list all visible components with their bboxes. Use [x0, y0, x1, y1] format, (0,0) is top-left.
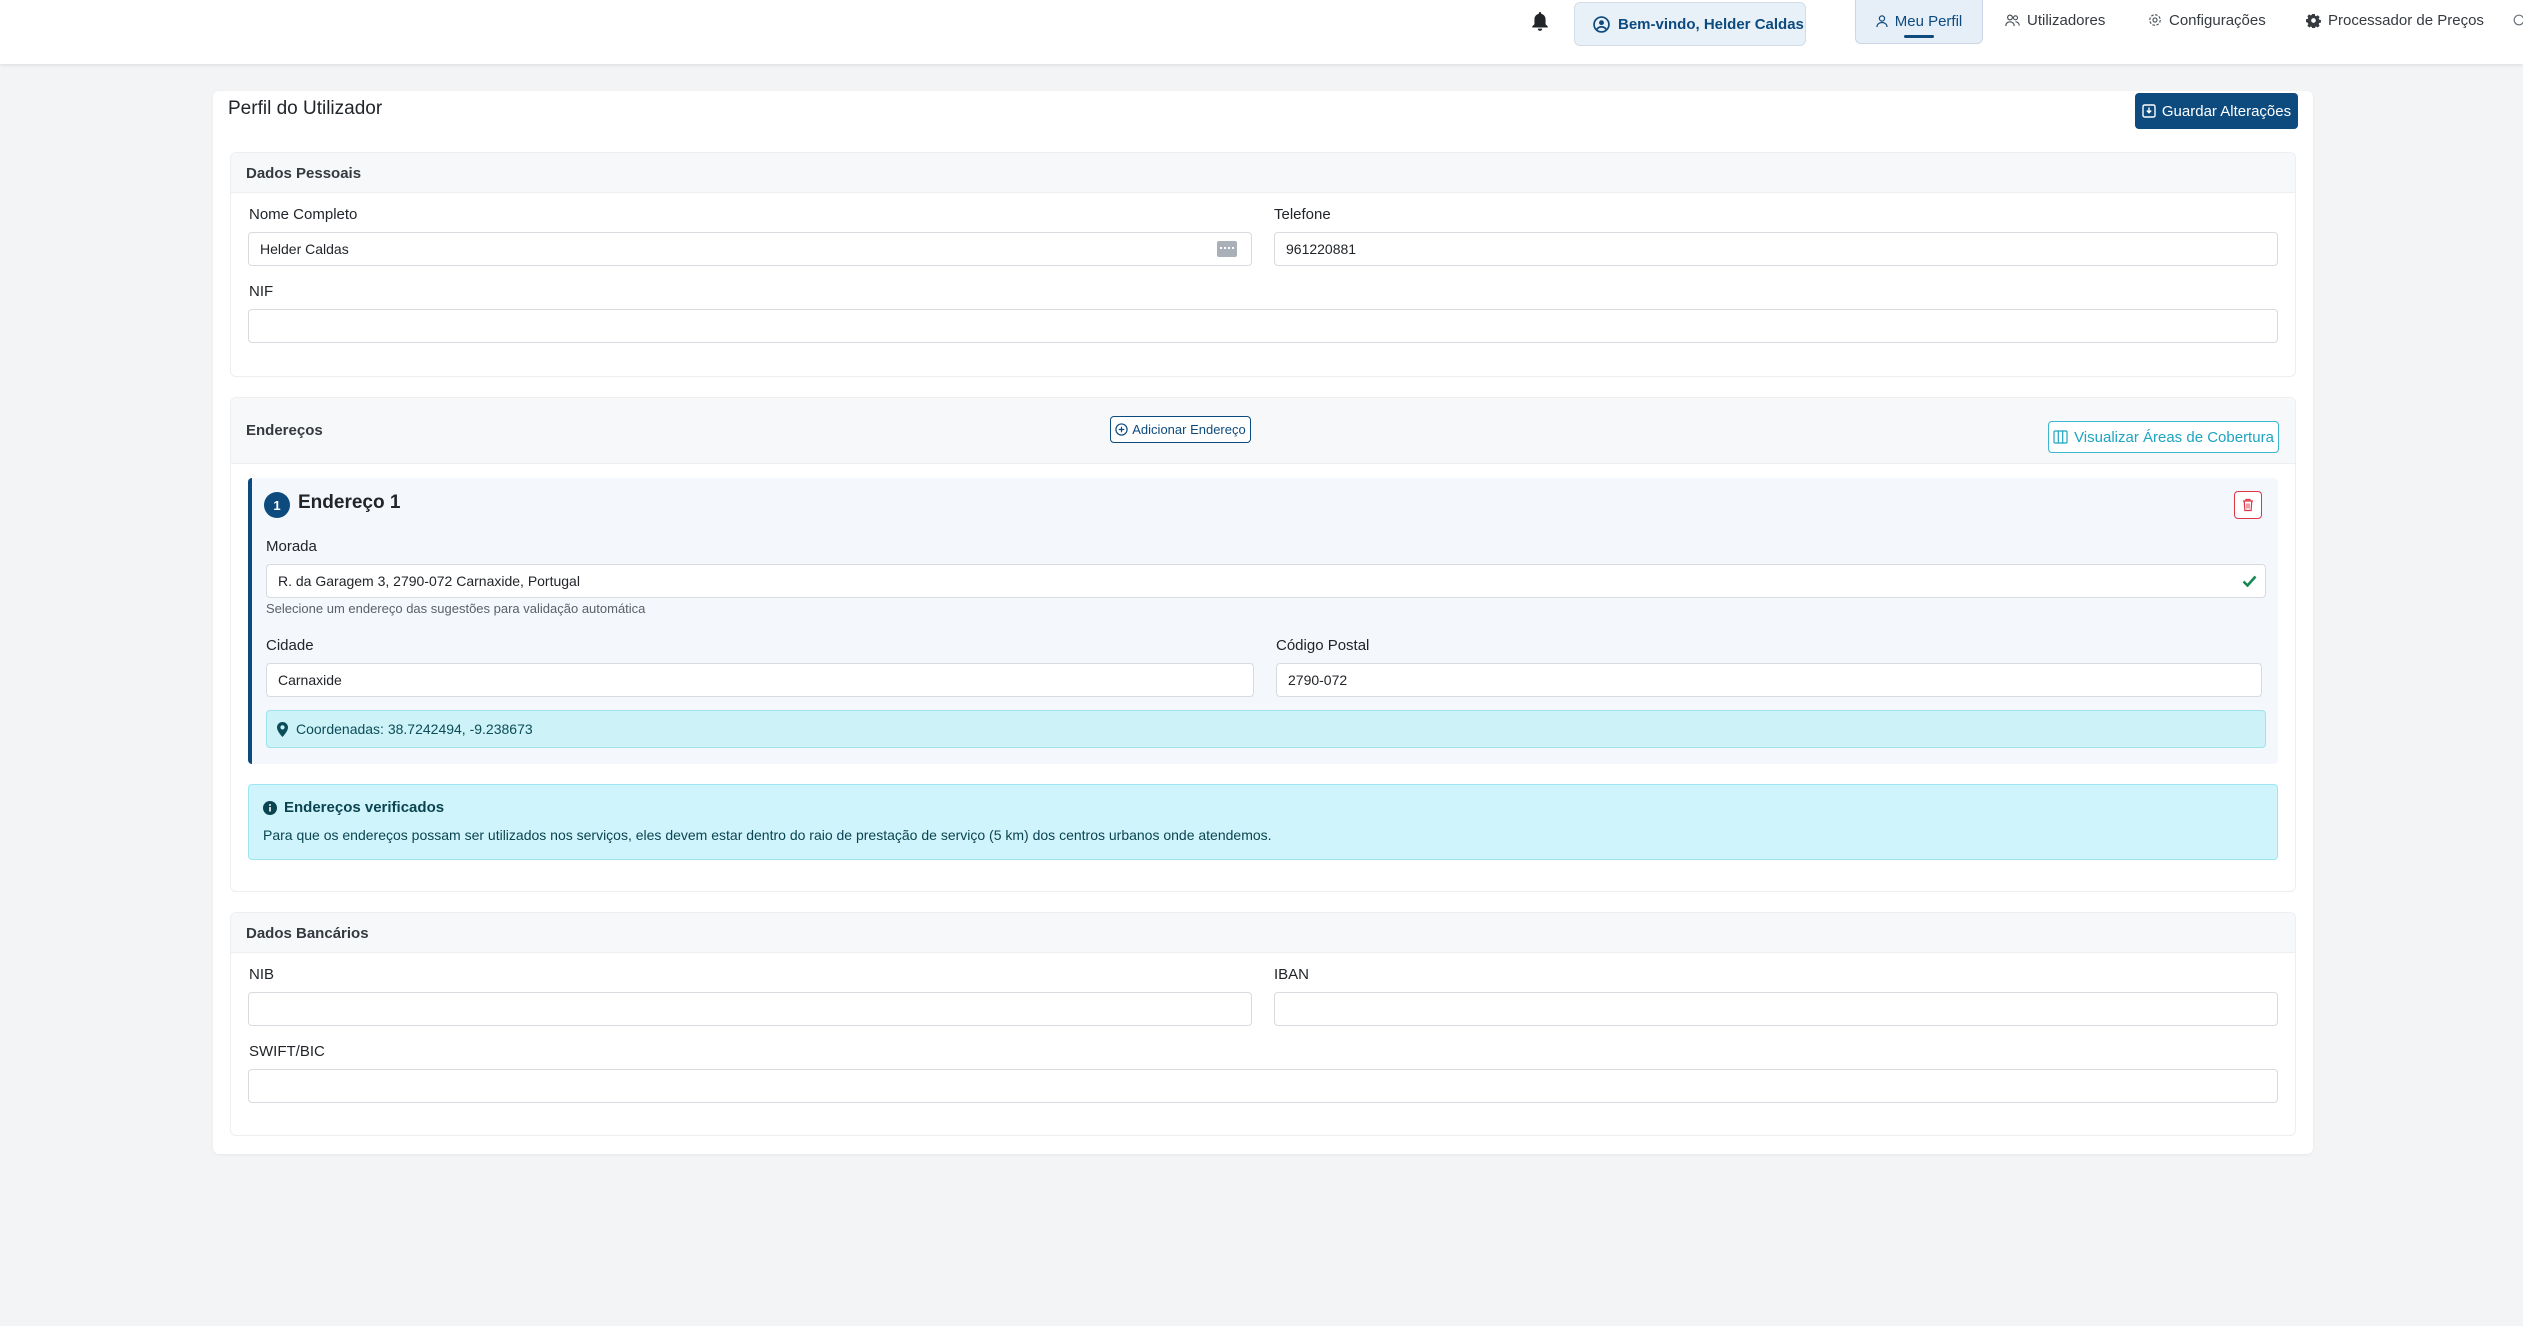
full-name-field[interactable] [248, 232, 1252, 266]
swift-input[interactable] [260, 1078, 2277, 1094]
nif-label: NIF [249, 283, 274, 300]
section-title: Dados Bancários [246, 925, 369, 942]
gear-outline-icon [2149, 14, 2161, 26]
nib-field[interactable] [248, 992, 1252, 1026]
save-icon [2142, 104, 2156, 118]
nif-field[interactable] [248, 309, 2278, 343]
city-input[interactable] [278, 672, 1253, 688]
section-title: Endereços [246, 422, 323, 439]
morada-field[interactable] [266, 564, 2266, 598]
city-field[interactable] [266, 663, 1254, 697]
user-circle-icon [1593, 15, 1610, 33]
map-pin-icon [277, 721, 288, 737]
postal-code-field[interactable] [1276, 663, 2262, 697]
phone-field[interactable] [1274, 232, 2278, 266]
alert-text: Para que os endereços possam ser utiliza… [263, 827, 1272, 843]
phone-input[interactable] [1286, 241, 2277, 257]
city-label: Cidade [266, 637, 314, 654]
welcome-badge[interactable]: Bem-vindo, Helder Caldas [1574, 2, 1806, 46]
save-changes-button[interactable]: Guardar Alterações [2135, 93, 2298, 129]
phone-label: Telefone [1274, 206, 1331, 223]
full-name-input[interactable] [260, 241, 1217, 257]
welcome-text: Bem-vindo, Helder Caldas [1618, 15, 1804, 33]
map-icon [2053, 430, 2068, 444]
iban-label: IBAN [1274, 966, 1310, 983]
alert-title: Endereços verificados [263, 799, 444, 816]
iban-field[interactable] [1274, 992, 2278, 1026]
info-icon [263, 800, 277, 815]
view-coverage-button[interactable]: Visualizar Áreas de Cobertura [2048, 421, 2279, 453]
check-icon [2242, 575, 2257, 587]
top-navbar: Bem-vindo, Helder Caldas Meu Perfil Util… [0, 0, 2523, 64]
page-title: Perfil do Utilizador [228, 98, 383, 119]
morada-hint: Selecione um endereço das sugestões para… [266, 601, 646, 616]
nav-tab-meu-perfil[interactable]: Meu Perfil [1855, 0, 1983, 44]
nib-input[interactable] [260, 1001, 1251, 1017]
plus-circle-icon [1115, 423, 1128, 436]
nav-tab-configuracoes[interactable]: Configurações [2148, 0, 2266, 40]
nif-input[interactable] [260, 318, 2277, 334]
swift-field[interactable] [248, 1069, 2278, 1103]
trash-icon [2243, 498, 2253, 512]
section-header [231, 153, 2295, 193]
nav-tab-processador-precos[interactable]: Processador de Preços [2306, 0, 2484, 40]
coordinates-box: Coordenadas: 38.7242494, -9.238673 [266, 710, 2266, 748]
nav-tab-utilizadores[interactable]: Utilizadores [2005, 0, 2105, 40]
section-header [231, 398, 2295, 464]
users-icon [2005, 13, 2020, 26]
verified-addresses-alert: Endereços verificados Para que os endere… [248, 784, 2278, 860]
swift-label: SWIFT/BIC [249, 1043, 325, 1060]
gear-icon [2306, 13, 2321, 28]
nav-tab-label: Meu Perfil [1894, 13, 1963, 30]
gear-icon [2513, 14, 2523, 26]
section-header [231, 913, 2295, 953]
active-tab-indicator [1904, 35, 1934, 38]
view-coverage-label: Visualizar Áreas de Cobertura [2074, 428, 2274, 446]
user-icon [1876, 15, 1888, 28]
iban-input[interactable] [1286, 1001, 2277, 1017]
delete-address-button[interactable] [2234, 491, 2262, 519]
autofill-icon[interactable] [1217, 241, 1237, 257]
alert-title-text: Endereços verificados [284, 799, 445, 816]
nav-tab-label: Configurações [2169, 11, 2266, 29]
full-name-label: Nome Completo [249, 206, 358, 223]
add-address-button[interactable]: Adicionar Endereço [1110, 416, 1251, 443]
nav-tab-label: Processador de Preços [2328, 11, 2484, 29]
morada-input[interactable] [278, 573, 2242, 589]
morada-label: Morada [266, 538, 317, 555]
nib-label: NIB [249, 966, 275, 983]
coordinates-text: Coordenadas: 38.7242494, -9.238673 [296, 721, 533, 737]
address-number-badge: 1 [264, 492, 290, 518]
bell-icon[interactable] [1528, 10, 1552, 34]
address-title: Endereço 1 [298, 492, 401, 513]
save-changes-label: Guardar Alterações [2161, 102, 2292, 120]
postal-code-label: Código Postal [1276, 637, 1370, 654]
add-address-label: Adicionar Endereço [1132, 422, 1246, 437]
postal-code-input[interactable] [1288, 672, 2261, 688]
nav-overflow[interactable] [2512, 0, 2523, 40]
section-title: Dados Pessoais [246, 165, 362, 182]
nav-tab-label: Utilizadores [2027, 11, 2106, 29]
